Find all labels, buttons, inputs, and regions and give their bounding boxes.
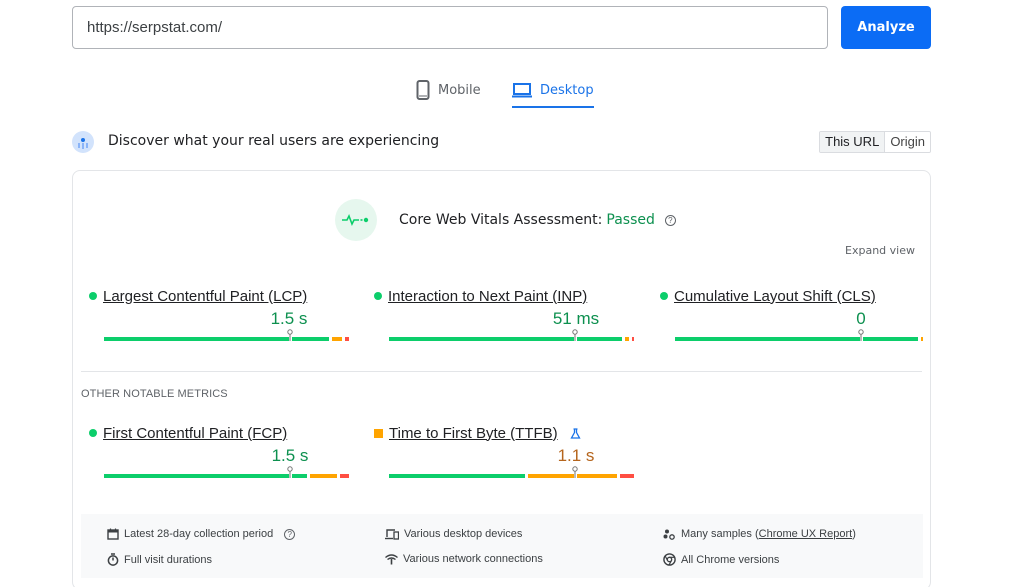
metric-fcp: First Contentful Paint (FCP) 1.5 s <box>89 423 349 483</box>
collection-period-text: Latest 28-day collection period <box>124 528 274 540</box>
distribution-bar <box>389 466 637 478</box>
bar-segment-good <box>675 337 918 341</box>
smartphone-icon <box>416 80 430 100</box>
chrome-versions-text: All Chrome versions <box>681 553 780 566</box>
network-types: Various network connections <box>385 553 543 565</box>
bar-segment-good <box>104 474 307 478</box>
chrome-icon <box>663 553 676 566</box>
samples-icon <box>663 529 675 540</box>
visit-durations-text: Full visit durations <box>124 553 213 566</box>
metric-name[interactable]: Largest Contentful Paint (LCP) <box>103 288 307 305</box>
metric-inp: Interaction to Next Paint (INP) 51 ms <box>374 286 635 346</box>
metric-value: 51 ms <box>552 309 600 328</box>
distribution-bar <box>104 466 352 478</box>
distribution-bar <box>104 329 352 341</box>
device-types-text: Various desktop devices <box>404 528 523 540</box>
metric-name[interactable]: First Contentful Paint (FCP) <box>103 425 287 442</box>
timer-icon <box>107 553 119 566</box>
cwv-assessment: Core Web Vitals Assessment: Passed ? <box>399 212 676 228</box>
metric-lcp: Largest Contentful Paint (LCP) 1.5 s <box>89 286 349 346</box>
good-rating-icon <box>374 292 382 300</box>
visit-durations: Full visit durations <box>107 553 212 566</box>
tab-desktop[interactable]: Desktop <box>512 72 594 108</box>
laptop-icon <box>512 83 532 98</box>
distribution-bar <box>389 329 637 341</box>
bar-segment-needs-improvement <box>624 337 630 341</box>
good-rating-icon <box>660 292 668 300</box>
good-rating-icon <box>89 429 97 437</box>
bar-segment-good <box>389 337 622 341</box>
vitals-pulse-icon <box>335 199 377 241</box>
samples-prefix: Many samples ( <box>681 528 759 540</box>
p75-marker-icon <box>287 329 293 341</box>
tab-mobile[interactable]: Mobile <box>416 72 481 108</box>
metric-name[interactable]: Cumulative Layout Shift (CLS) <box>674 288 876 305</box>
scope-toggle: This URL Origin <box>819 131 931 153</box>
bar-segment-needs-improvement <box>332 337 342 341</box>
chrome-ux-report-link[interactable]: Chrome UX Report <box>759 528 853 540</box>
help-icon[interactable]: ? <box>284 528 296 540</box>
bar-segment-poor <box>619 474 634 478</box>
metric-ttfb: Time to First Byte (TTFB) 1.1 s <box>374 423 634 483</box>
bar-segment-poor <box>339 474 349 478</box>
field-data-card: Core Web Vitals Assessment: Passed ? Exp… <box>72 170 931 587</box>
this-url-button[interactable]: This URL <box>820 132 886 152</box>
chrome-versions: All Chrome versions <box>663 553 779 566</box>
metric-value: 1.1 s <box>557 446 595 465</box>
bar-segment-needs-improvement <box>309 474 337 478</box>
metric-cls: Cumulative Layout Shift (CLS) 0 <box>660 286 923 346</box>
average-rating-icon <box>374 428 383 438</box>
cwv-assessment-status: Passed <box>606 212 655 228</box>
crux-users-icon <box>72 131 94 153</box>
section-title: Discover what your real users are experi… <box>108 133 440 149</box>
url-input[interactable] <box>72 6 828 49</box>
metric-value: 1.5 s <box>271 446 309 465</box>
good-rating-icon <box>89 292 97 300</box>
bar-segment-good <box>389 474 525 478</box>
help-icon[interactable]: ? <box>664 214 676 226</box>
data-collection-info: Latest 28-day collection period ? Full v… <box>81 514 923 578</box>
p75-marker-icon <box>572 329 578 341</box>
field-data-header: Discover what your real users are experi… <box>72 128 931 156</box>
metric-name[interactable]: Interaction to Next Paint (INP) <box>388 288 587 305</box>
metric-value: 1.5 s <box>270 309 308 328</box>
sample-source-text: Many samples (Chrome UX Report) <box>681 528 856 540</box>
tab-desktop-label: Desktop <box>540 82 594 98</box>
section-divider <box>81 371 922 372</box>
p75-marker-icon <box>572 466 578 478</box>
bar-segment-poor <box>632 337 635 341</box>
metric-name[interactable]: Time to First Byte (TTFB) <box>389 425 558 442</box>
experimental-flask-icon[interactable] <box>570 427 581 439</box>
p75-marker-icon <box>287 466 293 478</box>
origin-button[interactable]: Origin <box>885 132 930 152</box>
expand-view-link[interactable]: Expand view <box>845 244 915 257</box>
device-types: Various desktop devices <box>385 528 522 540</box>
sample-source: Many samples (Chrome UX Report) <box>663 528 856 540</box>
network-types-text: Various network connections <box>403 553 543 565</box>
metric-value: 0 <box>856 309 866 328</box>
other-metrics-label: OTHER NOTABLE METRICS <box>81 388 228 400</box>
devices-icon <box>385 528 399 540</box>
p75-marker-icon <box>858 329 864 341</box>
distribution-bar <box>675 329 923 341</box>
bar-segment-good <box>104 337 330 341</box>
bar-segment-poor <box>344 337 349 341</box>
tab-mobile-label: Mobile <box>438 82 481 98</box>
cwv-assessment-label: Core Web Vitals Assessment: <box>399 212 603 228</box>
analyze-button[interactable]: Analyze <box>841 6 931 49</box>
calendar-icon <box>107 528 119 540</box>
device-tabs: Mobile Desktop <box>0 72 1024 108</box>
bar-segment-needs-improvement <box>920 337 923 341</box>
network-icon <box>385 553 398 564</box>
samples-suffix: ) <box>852 528 856 540</box>
collection-period: Latest 28-day collection period ? <box>107 528 296 540</box>
